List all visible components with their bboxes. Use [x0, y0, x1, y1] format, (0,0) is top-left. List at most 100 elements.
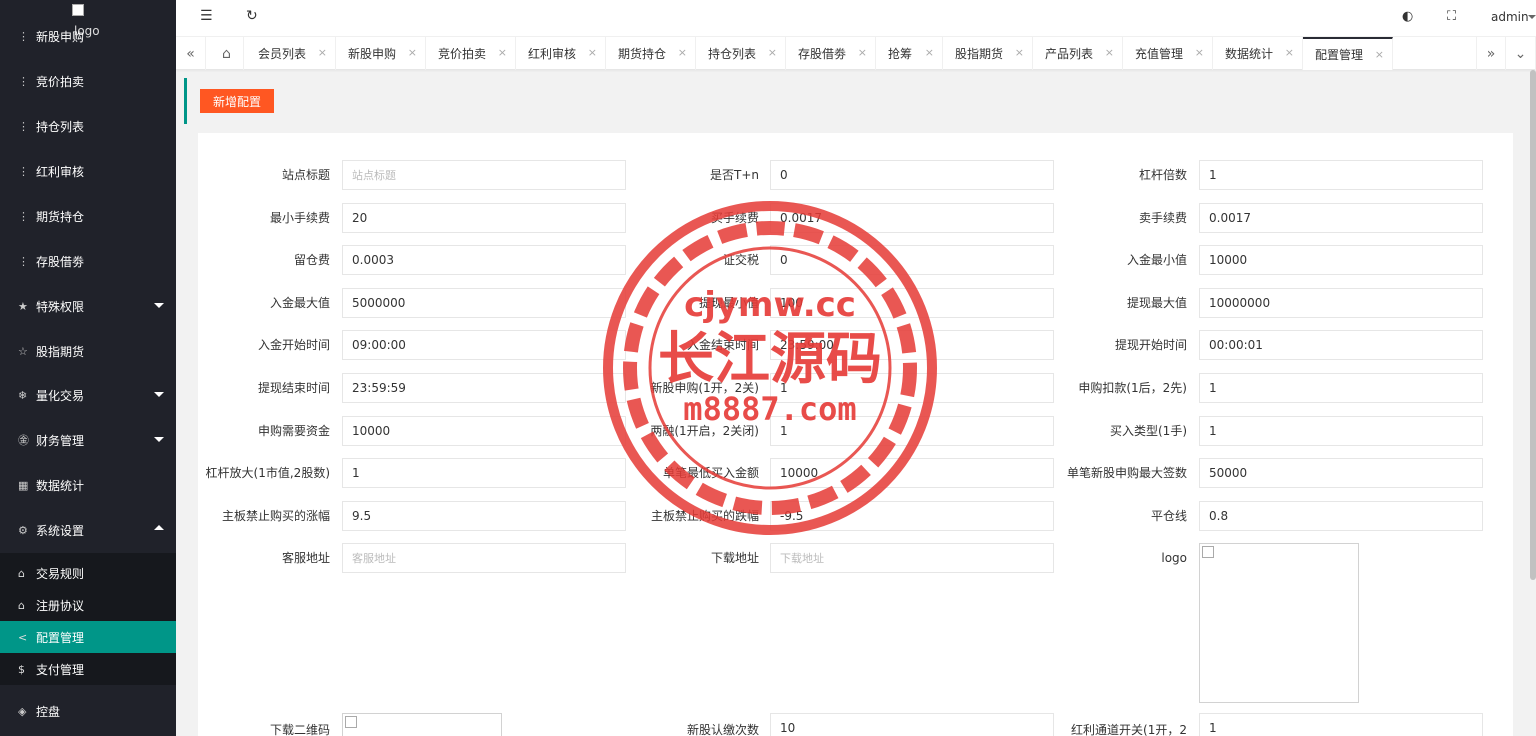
config-input[interactable]	[770, 160, 1054, 190]
qrcode-upload[interactable]	[342, 713, 502, 736]
config-input[interactable]	[1199, 287, 1483, 318]
config-input[interactable]	[342, 543, 626, 574]
tab-scroll-left-icon[interactable]: «	[176, 37, 206, 70]
sidebar-item-futures-positions[interactable]: ⋮ 期货持仓	[0, 194, 176, 238]
config-input[interactable]	[342, 245, 626, 276]
config-input[interactable]	[1199, 500, 1483, 531]
config-input[interactable]	[1199, 458, 1483, 489]
fullscreen-icon[interactable]: ⛶	[1447, 9, 1456, 24]
add-config-button[interactable]: 新增配置	[200, 89, 274, 113]
field-label: 客服地址	[281, 551, 330, 566]
tab-close-icon[interactable]: ×	[678, 46, 687, 59]
sidebar-item-index-futures[interactable]: ☆ 股指期货	[0, 329, 176, 373]
sidebar-item-special-permissions[interactable]: ★ 特殊权限	[0, 284, 176, 328]
scrollbar[interactable]	[1530, 70, 1536, 580]
sidebar-item-positions[interactable]: ⋮ 持仓列表	[0, 104, 176, 148]
tab-item[interactable]: 存股借劵 ×	[786, 37, 876, 70]
tab-close-icon[interactable]: ×	[925, 46, 934, 59]
sidebar-item-finance[interactable]: ㊎ 财务管理	[0, 418, 176, 462]
sidebar-item-statistics[interactable]: ▦ 数据统计	[0, 463, 176, 507]
theme-icon[interactable]: ◐	[1402, 9, 1413, 24]
tab-close-icon[interactable]: ×	[318, 46, 327, 59]
sidebar-subitem-config-management[interactable]: < 配置管理	[0, 621, 176, 653]
sidebar-item-dividend-review[interactable]: ⋮ 红利审核	[0, 149, 176, 193]
config-input[interactable]	[770, 543, 1054, 574]
sidebar-item-auction[interactable]: ⋮ 竞价拍卖	[0, 59, 176, 103]
sidebar-item-label: 期货持仓	[36, 209, 85, 224]
sidebar-item-stock-lending[interactable]: ⋮ 存股借劵	[0, 239, 176, 283]
sidebar-subitem-registration-agreement[interactable]: ⌂ 注册协议	[0, 589, 176, 621]
config-input[interactable]	[770, 330, 1054, 361]
config-input[interactable]	[342, 202, 626, 233]
config-input[interactable]	[770, 373, 1054, 403]
user-menu[interactable]: admin	[1491, 10, 1529, 24]
config-input[interactable]	[1199, 373, 1483, 403]
config-input[interactable]	[342, 330, 626, 361]
field-label: 买入类型(1手)	[1110, 423, 1187, 438]
tab-close-icon[interactable]: ×	[408, 46, 417, 59]
sidebar-item-control-panel[interactable]: ◈ 控盘	[0, 689, 176, 733]
share-icon: <	[18, 630, 28, 644]
config-input[interactable]	[770, 713, 1054, 736]
tab-close-icon[interactable]: ×	[858, 46, 867, 59]
config-input[interactable]	[342, 415, 626, 446]
logo-upload[interactable]	[1199, 543, 1359, 704]
tab-item[interactable]: 红利审核 ×	[516, 37, 606, 70]
tab-item[interactable]: 竞价拍卖 ×	[426, 37, 516, 70]
tab-item[interactable]: 会员列表 ×	[246, 37, 336, 70]
config-input[interactable]	[770, 287, 1054, 318]
tab-close-icon[interactable]: ×	[1015, 46, 1024, 59]
tab-item[interactable]: 数据统计 ×	[1213, 37, 1303, 70]
sidebar-item-quant-trading[interactable]: ❄ 量化交易	[0, 373, 176, 417]
cube-icon: ◈	[18, 704, 27, 718]
tab-close-icon[interactable]: ×	[1375, 48, 1384, 61]
config-input[interactable]	[770, 415, 1054, 446]
config-input[interactable]	[1199, 713, 1483, 736]
config-input[interactable]	[1199, 330, 1483, 361]
config-input[interactable]	[770, 202, 1054, 233]
config-input[interactable]	[342, 373, 626, 403]
tab-item[interactable]: 期货持仓 ×	[606, 37, 696, 70]
gear-icon: ⚙	[18, 523, 28, 537]
tab-close-icon[interactable]: ×	[1195, 46, 1204, 59]
tab-item[interactable]: 新股申购 ×	[336, 37, 426, 70]
home-icon[interactable]: ⌂	[210, 37, 244, 70]
config-input[interactable]	[342, 160, 626, 190]
tab-item[interactable]: 充值管理 ×	[1123, 37, 1213, 70]
tab-item[interactable]: 产品列表 ×	[1033, 37, 1123, 70]
tab-close-icon[interactable]: ×	[498, 46, 507, 59]
refresh-icon[interactable]: ↻	[246, 8, 258, 24]
sidebar-subitem-trading-rules[interactable]: ⌂ 交易规则	[0, 557, 176, 589]
config-input[interactable]	[770, 500, 1054, 531]
tab-item[interactable]: 抢筹 ×	[876, 37, 943, 70]
tab-menu-chevron-down-icon[interactable]: ⌄	[1506, 37, 1536, 70]
config-input[interactable]	[1199, 202, 1483, 233]
tab-close-icon[interactable]: ×	[588, 46, 597, 59]
config-input[interactable]	[1199, 160, 1483, 190]
tab-label: 抢筹	[888, 47, 913, 61]
config-input[interactable]	[770, 245, 1054, 276]
config-input[interactable]	[1199, 415, 1483, 446]
config-input[interactable]	[342, 458, 626, 489]
toolbar-accent	[184, 78, 187, 124]
tab-item[interactable]: 配置管理 ×	[1303, 37, 1393, 70]
snowflake-icon: ❄	[18, 388, 28, 402]
sidebar-item-ipo[interactable]: ⋮ 新股申购	[0, 14, 176, 58]
tab-close-icon[interactable]: ×	[1285, 46, 1294, 59]
tab-close-icon[interactable]: ×	[768, 46, 777, 59]
submenu-system-settings: ⌂ 交易规则 ⌂ 注册协议 < 配置管理 $ 支付管理	[0, 553, 176, 685]
config-input[interactable]	[342, 500, 626, 531]
config-input[interactable]	[342, 287, 626, 318]
tab-label: 期货持仓	[618, 47, 667, 61]
config-input[interactable]	[1199, 245, 1483, 276]
chevron-down-icon	[154, 437, 164, 442]
config-input[interactable]	[770, 458, 1054, 489]
tab-item[interactable]: 持仓列表 ×	[696, 37, 786, 70]
sidebar-item-system-settings[interactable]: ⚙ 系统设置	[0, 508, 176, 552]
tab-close-icon[interactable]: ×	[1105, 46, 1114, 59]
sidebar-item-label: 特殊权限	[36, 299, 85, 314]
menu-toggle-icon[interactable]: ☰	[200, 8, 213, 24]
tab-item[interactable]: 股指期货 ×	[943, 37, 1033, 70]
sidebar-subitem-payment-management[interactable]: $ 支付管理	[0, 653, 176, 685]
tab-scroll-right-icon[interactable]: »	[1476, 37, 1506, 70]
